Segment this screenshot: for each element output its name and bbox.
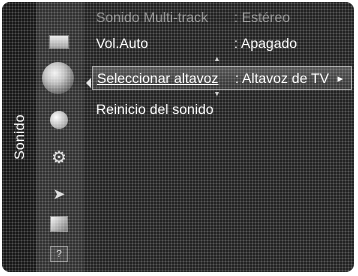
sound-icon[interactable] (42, 62, 74, 94)
menu-item-sound-reset[interactable]: Reinicio del sonido (92, 98, 348, 120)
sound-menu: Sonido Multi-track : Estéreo Vol.Auto : … (92, 2, 354, 272)
active-category-pointer (86, 78, 91, 88)
category-sidebar: Sonido (2, 2, 36, 272)
setup-icon[interactable]: ⚙ (46, 148, 72, 168)
application-icon[interactable] (46, 214, 72, 234)
category-icon-column: ⚙ ➤ ? (36, 2, 84, 272)
menu-item-label: Reinicio del sonido (96, 101, 214, 117)
menu-item-value: : Apagado (234, 35, 298, 51)
channel-icon[interactable] (46, 110, 72, 130)
menu-item-multitrack[interactable]: Sonido Multi-track : Estéreo (92, 6, 348, 28)
menu-item-value: : Estéreo (234, 9, 291, 25)
category-title: Sonido (11, 114, 27, 160)
picture-icon[interactable] (46, 32, 72, 52)
support-icon[interactable]: ? (46, 244, 72, 264)
menu-item-speaker-select[interactable]: Seleccionar altavoz : Altavoz de TV ▸ (92, 66, 352, 90)
scroll-up-icon: ▲ (213, 56, 221, 63)
menu-item-auto-volume[interactable]: Vol.Auto : Apagado (92, 32, 348, 54)
menu-item-value: : Altavoz de TV (235, 70, 329, 86)
menu-item-label: Seleccionar altavoz (97, 70, 219, 86)
menu-item-label: Sonido Multi-track (96, 9, 209, 25)
input-icon[interactable]: ➤ (46, 184, 72, 204)
menu-item-label: Vol.Auto (96, 35, 149, 51)
chevron-right-icon: ▸ (337, 72, 343, 85)
tv-menu-screen: Sonido ⚙ ➤ ? Sonido Multi-track : Estére… (2, 2, 354, 272)
